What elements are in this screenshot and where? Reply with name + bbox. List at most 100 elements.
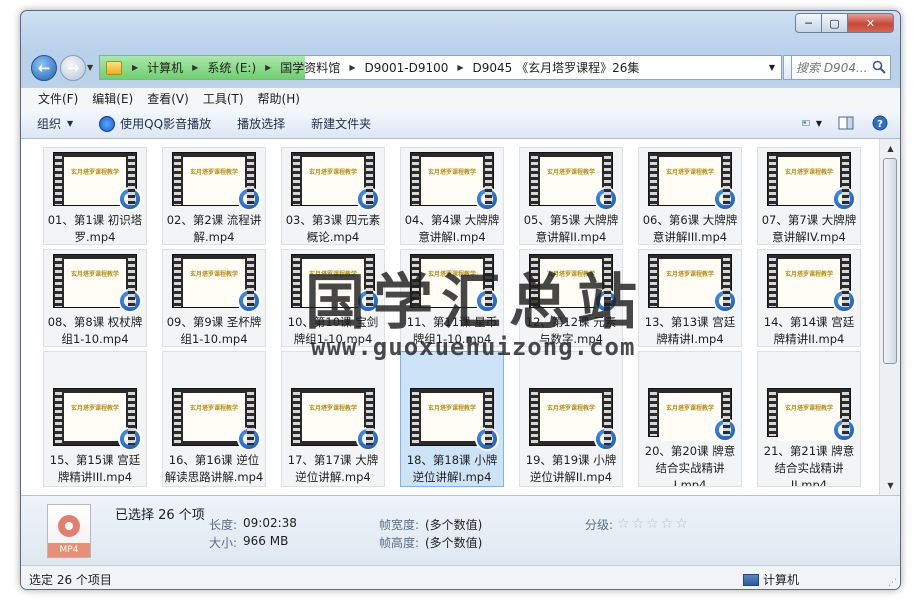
back-button[interactable]: ←: [31, 55, 57, 81]
recent-pages-dropdown-icon[interactable]: ▼: [87, 63, 93, 72]
qq-player-badge-icon: [594, 187, 618, 212]
qq-player-badge-icon: [118, 289, 142, 314]
thumbnail-caption: 玄月塔罗课程教学: [70, 271, 119, 278]
file-item[interactable]: 玄月塔罗课程教学 03、第3课 四元素概论.mp4: [281, 147, 385, 245]
preview-pane-button[interactable]: [836, 114, 856, 132]
qq-player-badge-icon: [237, 427, 261, 451]
menu-item[interactable]: 帮助(H): [251, 90, 307, 107]
video-file-icon: MP4: [47, 504, 91, 558]
frame-width-label: 帧宽度:: [379, 518, 420, 532]
thumbnail-caption: 玄月塔罗课程教学: [70, 169, 119, 176]
address-dropdown-icon[interactable]: ▼: [769, 63, 775, 72]
video-thumbnail: 玄月塔罗课程教学: [529, 388, 618, 451]
forward-button[interactable]: →: [60, 55, 86, 81]
scroll-up-icon[interactable]: ▲: [880, 140, 900, 157]
video-thumbnail: 玄月塔罗课程教学: [529, 152, 618, 212]
file-item[interactable]: 玄月塔罗课程教学 19、第19课 小牌逆位讲解II.mp4: [519, 351, 623, 487]
file-item[interactable]: 玄月塔罗课程教学 17、第17课 大牌逆位讲解.mp4: [281, 351, 385, 487]
search-icon[interactable]: [872, 60, 886, 74]
breadcrumb-separator-icon[interactable]: ▶: [186, 63, 204, 72]
organize-button[interactable]: 组织 ▼: [37, 115, 73, 132]
watermark-url: www.guoxuehuizong.com: [311, 333, 636, 361]
video-thumbnail: 玄月塔罗课程教学: [53, 254, 142, 314]
breadcrumb-separator-icon[interactable]: ▶: [451, 63, 469, 72]
close-button[interactable]: ✕: [848, 13, 894, 33]
video-thumbnail: 玄月塔罗课程教学: [172, 152, 261, 212]
rating-star-icon[interactable]: ☆: [617, 516, 630, 532]
menu-item[interactable]: 文件(F): [31, 90, 85, 107]
file-item[interactable]: 玄月塔罗课程教学 16、第16课 逆位解读思路讲解.mp4: [162, 351, 266, 487]
view-options-button[interactable]: ▼: [802, 114, 822, 132]
video-thumbnail: 玄月塔罗课程教学: [648, 388, 737, 443]
file-name: 19、第19课 小牌逆位讲解II.mp4: [525, 453, 617, 484]
minimize-button[interactable]: ─: [795, 13, 822, 33]
thumbnail-frame: 玄月塔罗课程教学: [64, 393, 126, 441]
menu-item[interactable]: 工具(T): [196, 90, 251, 107]
maximize-button[interactable]: ▢: [822, 13, 848, 33]
scroll-thumb[interactable]: [883, 158, 897, 364]
file-item[interactable]: 玄月塔罗课程教学 02、第2课 流程讲解.mp4: [162, 147, 266, 245]
qq-player-badge-icon: [832, 289, 856, 314]
breadcrumb-item[interactable]: D9001-D9100: [361, 61, 451, 75]
breadcrumb-separator-icon[interactable]: ▶: [259, 63, 277, 72]
file-item[interactable]: 玄月塔罗课程教学 06、第6课 大牌牌意讲解III.mp4: [638, 147, 742, 245]
breadcrumb-item[interactable]: 系统 (E:): [204, 59, 259, 76]
thumbnail-frame: 玄月塔罗课程教学: [540, 157, 602, 205]
file-item[interactable]: 玄月塔罗课程教学 21、第21课 牌意结合实战精讲II.mp4: [757, 351, 861, 487]
new-folder-button[interactable]: 新建文件夹: [311, 115, 371, 132]
menu-item[interactable]: 编辑(E): [85, 90, 140, 107]
address-bar[interactable]: ▶ 计算机 ▶ 系统 (E:) ▶ 国学资料馆 ▶ D9001-D9100 ▶ D9045 《玄月…: [99, 55, 782, 80]
qq-player-badge-icon: [594, 427, 618, 451]
file-item[interactable]: 玄月塔罗课程教学 09、第9课 圣杯牌组1-10.mp4: [162, 249, 266, 347]
thumbnail-frame: 玄月塔罗课程教学: [659, 157, 721, 205]
file-item[interactable]: 玄月塔罗课程教学 20、第20课 牌意结合实战精讲I.mp4: [638, 351, 742, 487]
thumbnail-caption: 玄月塔罗课程教学: [427, 169, 476, 176]
file-item[interactable]: 玄月塔罗课程教学 05、第5课 大牌牌意讲解II.mp4: [519, 147, 623, 245]
file-name: 07、第7课 大牌牌意讲解IV.mp4: [761, 213, 857, 244]
thumbnail-caption: 玄月塔罗课程教学: [665, 405, 714, 412]
breadcrumb-item[interactable]: 计算机: [144, 59, 186, 76]
menu-item[interactable]: 查看(V): [140, 90, 196, 107]
rating-star-icon[interactable]: ☆: [646, 516, 659, 532]
rating-star-icon[interactable]: ☆: [661, 516, 674, 532]
play-with-qq-button[interactable]: 使用QQ影音播放: [99, 115, 211, 132]
file-item[interactable]: 玄月塔罗课程教学 15、第15课 宫廷牌精讲III.mp4: [43, 351, 147, 487]
chevron-down-icon: ▼: [815, 118, 822, 128]
file-item[interactable]: 玄月塔罗课程教学 08、第8课 权杖牌组1-10.mp4: [43, 249, 147, 347]
rating-star-icon[interactable]: ☆: [632, 516, 645, 532]
file-item[interactable]: 玄月塔罗课程教学 14、第14课 宫廷牌精讲II.mp4: [757, 249, 861, 347]
file-view[interactable]: 玄月塔罗课程教学 01、第1课 初识塔罗.mp4 玄月塔罗课程教学 02、第2课 流程…: [21, 139, 879, 495]
help-button[interactable]: ?: [870, 114, 890, 132]
thumbnail-frame: 玄月塔罗课程教学: [183, 259, 245, 307]
resize-grip-icon[interactable]: ⋰: [888, 578, 897, 588]
breadcrumb-separator-icon[interactable]: ▶: [126, 63, 144, 72]
rating-star-icon[interactable]: ☆: [675, 516, 688, 532]
details-pane: MP4 已选择 26 个项 长度: 09:02:38 大小: 966 MB 帧宽…: [21, 495, 900, 565]
qq-player-badge-icon: [832, 418, 856, 443]
breadcrumb-item[interactable]: 国学资料馆: [277, 59, 343, 76]
file-item[interactable]: 玄月塔罗课程教学 18、第18课 小牌逆位讲解I.mp4: [400, 351, 504, 487]
breadcrumb-separator-icon[interactable]: ▶: [343, 63, 361, 72]
file-name: 04、第4课 大牌牌意讲解I.mp4: [404, 213, 500, 244]
play-with-qq-label: 使用QQ影音播放: [120, 117, 212, 131]
thumbnail-frame: 玄月塔罗课程教学: [302, 393, 364, 441]
thumbnail-frame: 玄月塔罗课程教学: [778, 157, 840, 205]
scroll-down-icon[interactable]: ▼: [880, 477, 900, 494]
file-item[interactable]: 玄月塔罗课程教学 04、第4课 大牌牌意讲解I.mp4: [400, 147, 504, 245]
qq-player-badge-icon: [237, 187, 261, 212]
thumbnail-frame: 玄月塔罗课程教学: [64, 157, 126, 205]
file-name: 01、第1课 初识塔罗.mp4: [47, 213, 143, 244]
file-item[interactable]: 玄月塔罗课程教学 13、第13课 宫廷牌精讲I.mp4: [638, 249, 742, 347]
vertical-scrollbar[interactable]: ▲ ▼: [879, 139, 900, 495]
thumbnail-frame: 玄月塔罗课程教学: [183, 393, 245, 441]
file-item[interactable]: 玄月塔罗课程教学 07、第7课 大牌牌意讲解IV.mp4: [757, 147, 861, 245]
explorer-window: ─ ▢ ✕ ← → ▼ ▶ 计算机 ▶ 系统 (E:) ▶ 国学资料馆 ▶ D9001-D91…: [20, 10, 901, 590]
play-selection-button[interactable]: 播放选择: [237, 115, 285, 132]
rating-stars[interactable]: ☆ ☆ ☆ ☆ ☆: [617, 516, 690, 532]
breadcrumb-item[interactable]: D9045 《玄月塔罗课程》26集: [470, 59, 643, 76]
file-item[interactable]: 玄月塔罗课程教学 01、第1课 初识塔罗.mp4: [43, 147, 147, 245]
search-box[interactable]: [791, 55, 891, 80]
search-input[interactable]: [796, 60, 866, 75]
thumbnail-caption: 玄月塔罗课程教学: [189, 405, 238, 412]
file-name: 09、第9课 圣杯牌组1-10.mp4: [166, 315, 262, 346]
